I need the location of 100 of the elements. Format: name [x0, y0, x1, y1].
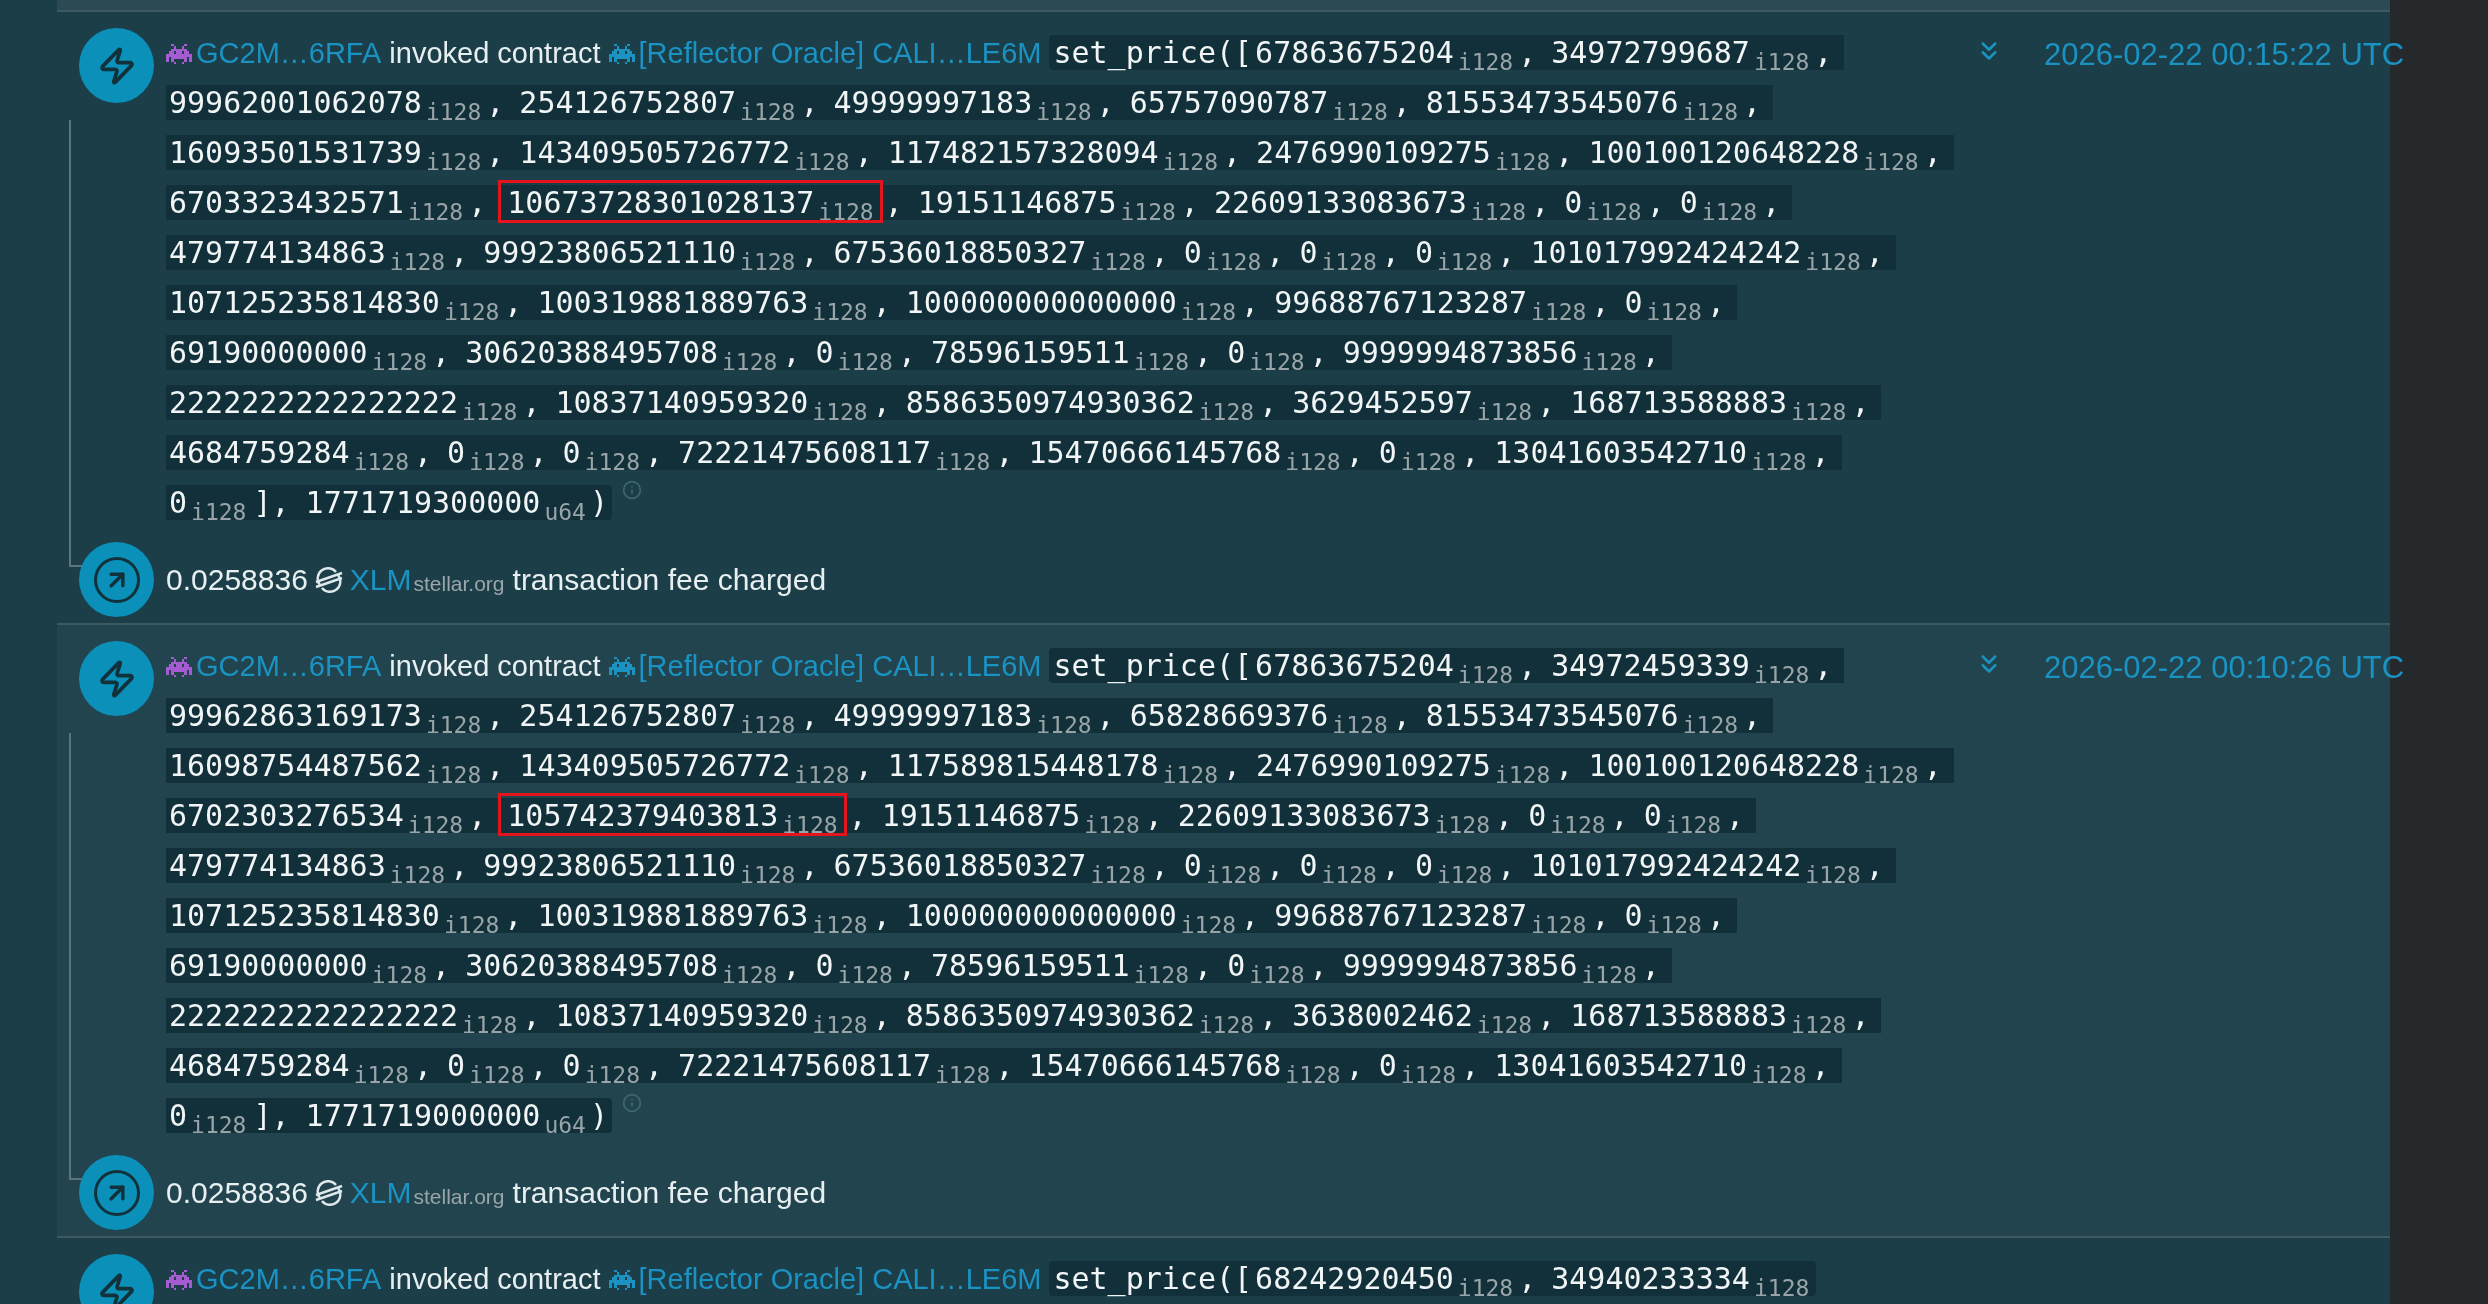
separator: ,: [468, 798, 487, 833]
type-label: i128: [1457, 49, 1514, 75]
argument-value: 65757090787$_{i128}$: [1128, 84, 1389, 123]
fee-text: transaction fee charged: [512, 1175, 827, 1211]
argument-value: 81553473545076$_{i128}$: [1424, 84, 1740, 123]
type-label: i128: [722, 349, 778, 375]
argument-value: 4684759284$_{i128}$: [168, 434, 410, 473]
argument-value: 0$_{i128}$: [446, 434, 526, 473]
type-label: i128: [1494, 762, 1551, 788]
separator: ,: [1518, 648, 1537, 683]
argument-value: 0$_{i128}$: [168, 484, 248, 523]
argument-value: 8586350974930362$_{i128}$: [904, 997, 1256, 1036]
account-link[interactable]: GC2M…6RFA: [196, 37, 382, 69]
contract-link[interactable]: [Reflector Oracle] CALI…LE6M: [638, 1263, 1042, 1295]
separator: ,: [884, 185, 903, 220]
type-label: i128: [1550, 812, 1606, 838]
argument-value: 2222222222222222$_{i128}$: [168, 997, 519, 1036]
info-icon[interactable]: [622, 480, 642, 500]
type-label: i128: [722, 962, 778, 988]
separator: ,: [1743, 698, 1762, 733]
argument-value: 99688767123287$_{i128}$: [1273, 284, 1588, 323]
type-label: i128: [1805, 249, 1861, 275]
argument-value: 30620388495708$_{i128}$: [464, 334, 779, 373]
separator: ,: [1309, 335, 1328, 370]
separator: ,: [1497, 235, 1516, 270]
argument-value: 19151146875$_{i128}$: [916, 184, 1177, 223]
type-label: i128: [1682, 712, 1739, 738]
separator: ,: [450, 235, 469, 270]
action-text: invoked contract: [389, 1263, 601, 1295]
type-label: i128: [1205, 249, 1262, 275]
separator: ,: [1223, 135, 1242, 170]
type-label: i128: [425, 99, 482, 125]
type-label: i128: [1531, 912, 1587, 938]
type-label: i128: [1581, 349, 1637, 375]
separator: ,: [782, 948, 801, 983]
type-label: i128: [1457, 662, 1514, 688]
argument-value: 0$_{i128}$: [1226, 947, 1306, 986]
invader-icon: [166, 1269, 192, 1291]
type-label: i128: [1436, 249, 1493, 275]
type-label: i128: [818, 199, 874, 225]
separator: ,: [995, 1048, 1014, 1083]
contract-link[interactable]: [Reflector Oracle] CALI…LE6M: [638, 650, 1042, 682]
contract-link[interactable]: [Reflector Oracle] CALI…LE6M: [638, 37, 1042, 69]
separator: ,: [1814, 648, 1833, 683]
separator: ,: [1150, 235, 1169, 270]
argument-value: 101017992424242$_{i128}$: [1529, 234, 1862, 273]
type-label: i128: [1863, 762, 1919, 788]
type-label: i128: [469, 1062, 525, 1088]
type-label: i128: [1581, 962, 1637, 988]
type-label: i128: [389, 249, 446, 275]
argument-value: 101017992424242$_{i128}$: [1529, 847, 1862, 886]
type-label: i128: [1332, 712, 1388, 738]
argument-value: 9999994873856$_{i128}$: [1341, 334, 1638, 373]
action-text: invoked contract: [389, 650, 601, 682]
argument-value: 254126752807$_{i128}$: [518, 697, 797, 736]
separator: ,: [1461, 1048, 1480, 1083]
separator: ,: [1537, 385, 1556, 420]
argument-value: 15470666145768$_{i128}$: [1027, 1047, 1342, 1086]
type-label: i128: [462, 399, 518, 425]
argument-value: 107125235814830$_{i128}$: [168, 284, 501, 323]
type-label: i128: [1646, 912, 1702, 938]
type-label: i128: [191, 1112, 247, 1138]
type-label: i128: [425, 712, 482, 738]
asset-link[interactable]: XLM: [349, 557, 412, 602]
separator: ,: [782, 335, 801, 370]
separator: ,: [1706, 898, 1725, 933]
asset-link[interactable]: XLM: [349, 1170, 412, 1215]
argument-value: 254126752807$_{i128}$: [518, 84, 797, 123]
separator: ,: [1096, 85, 1115, 120]
argument-value: 9999994873856$_{i128}$: [1341, 947, 1638, 986]
type-label: i128: [1400, 1062, 1457, 1088]
type-label: i128: [1180, 299, 1237, 325]
separator: ,: [1610, 798, 1629, 833]
type-label: i128: [1205, 862, 1262, 888]
account-link[interactable]: GC2M…6RFA: [196, 1263, 382, 1295]
type-label: i128: [740, 862, 796, 888]
type-label: i128: [1531, 299, 1587, 325]
separator: ,: [645, 435, 664, 470]
type-label: i128: [1162, 762, 1219, 788]
type-label: i128: [1751, 449, 1807, 475]
separator: ,: [848, 798, 867, 833]
separator: ,: [1531, 185, 1550, 220]
separator: ,: [1194, 335, 1213, 370]
type-label: i128: [191, 499, 247, 525]
argument-value: 2476990109275$_{i128}$: [1255, 747, 1552, 786]
separator: ,: [872, 898, 891, 933]
separator: ,: [1144, 798, 1163, 833]
type-label: i128: [1249, 349, 1305, 375]
account-link[interactable]: GC2M…6RFA: [196, 650, 382, 682]
argument-value: 117589815448178$_{i128}$: [886, 747, 1220, 786]
argument-value: 10837140959320$_{i128}$: [554, 384, 869, 423]
info-icon[interactable]: [622, 1093, 642, 1113]
type-label: i128: [353, 449, 409, 475]
type-label: i128: [812, 299, 868, 325]
separator: ,: [1241, 285, 1260, 320]
invader-icon: [608, 656, 635, 678]
argument-value: 107125235814830$_{i128}$: [168, 897, 501, 936]
argument-value: 16098754487562$_{i128}$: [168, 747, 483, 786]
separator: ,: [414, 1048, 433, 1083]
argument-value: 143409505726772$_{i128}$: [518, 747, 851, 786]
